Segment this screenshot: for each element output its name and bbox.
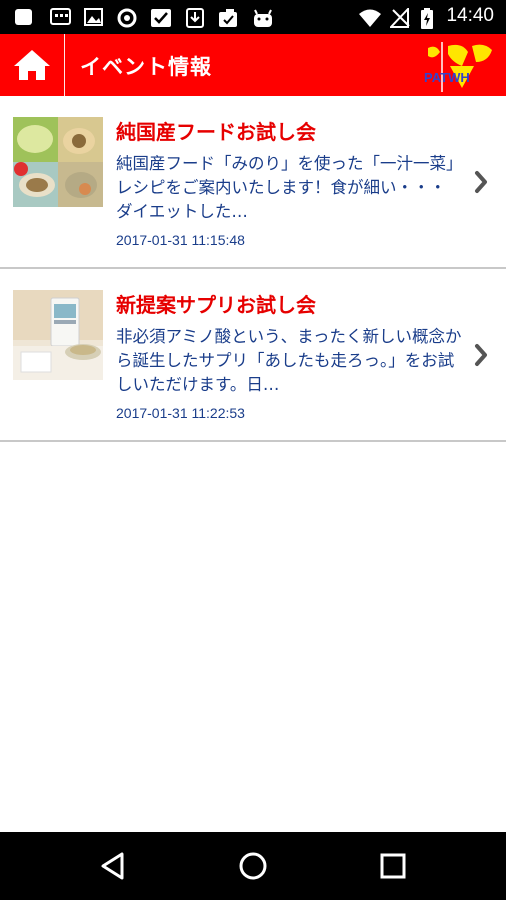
event-thumbnail (13, 290, 103, 380)
recents-icon[interactable] (376, 849, 410, 883)
system-nav-bar (0, 832, 506, 900)
status-bar: 14:40 (0, 0, 506, 34)
app-logo: PATWH (422, 42, 504, 92)
android-icon (254, 9, 272, 27)
home-icon (14, 50, 50, 80)
image-icon (84, 8, 103, 26)
list-item[interactable]: 純国産フードお試し会 純国産フード「みのり」を使った「一汁一菜」レシピをご案内い… (0, 96, 506, 269)
wifi-icon (359, 9, 381, 27)
check-icon (151, 9, 171, 27)
app-header: イベント情報 PATWH (0, 34, 506, 96)
event-list: 純国産フードお試し会 純国産フード「みのり」を使った「一汁一菜」レシピをご案内い… (0, 96, 506, 442)
header-divider (64, 34, 65, 96)
event-description: 非必須アミノ酸という、まったく新しい概念から誕生したサプリ「あしたも走ろっ。」を… (116, 327, 462, 394)
chevron-right-icon (475, 171, 487, 193)
event-date: 2017-01-31 11:22:53 (116, 405, 245, 421)
notification-icon (15, 9, 32, 25)
clipboard-icon (219, 9, 237, 27)
download-icon (186, 8, 204, 28)
clock-time: 14:40 (446, 5, 494, 26)
no-signal-icon (390, 8, 410, 28)
list-item[interactable]: 新提案サプリお試し会 非必須アミノ酸という、まったく新しい概念から誕生したサプリ… (0, 269, 506, 442)
event-date: 2017-01-31 11:15:48 (116, 232, 245, 248)
back-icon[interactable] (96, 849, 130, 883)
food-photo (13, 117, 103, 207)
event-title: 新提案サプリお試し会 (116, 293, 316, 317)
logo-mark: PATWH (424, 42, 492, 92)
chat-icon (50, 8, 71, 25)
battery-charging-icon (421, 8, 433, 29)
supplement-photo (13, 290, 103, 380)
logo-text: PATWH (424, 70, 470, 85)
event-thumbnail (13, 117, 103, 207)
home-circle-icon[interactable] (236, 849, 270, 883)
home-button[interactable] (0, 34, 64, 96)
chevron-right-icon (475, 344, 487, 366)
vpn-icon (117, 8, 137, 28)
event-title: 純国産フードお試し会 (116, 120, 316, 144)
page-title: イベント情報 (80, 55, 212, 79)
event-description: 純国産フード「みのり」を使った「一汁一菜」レシピをご案内いたします！食が細い・・… (116, 154, 463, 221)
